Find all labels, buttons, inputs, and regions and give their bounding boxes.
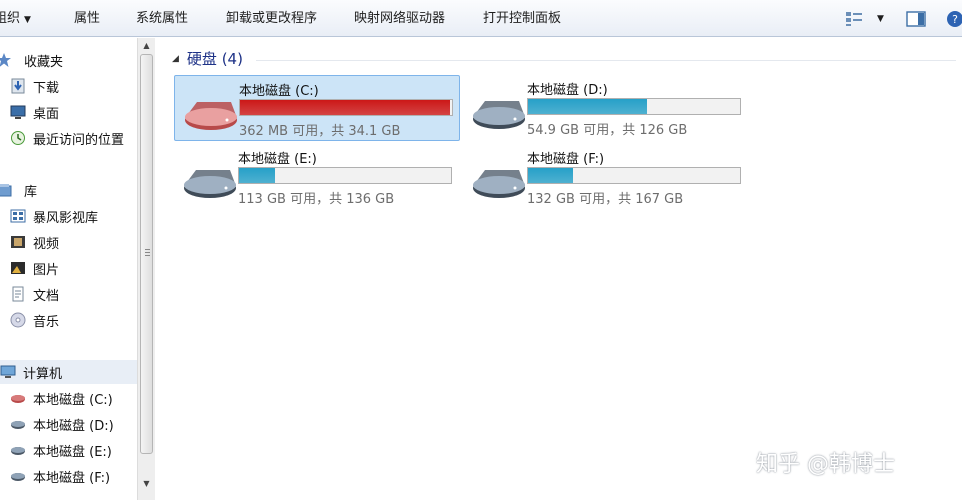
- change-view-button[interactable]: ▼: [845, 0, 884, 37]
- computer-icon: [0, 365, 16, 378]
- drive-usage-bar: [239, 99, 453, 116]
- nav-libraries[interactable]: 库: [0, 178, 133, 202]
- hard-drive-icon: [473, 101, 525, 129]
- nav-libraries-label: 库: [24, 184, 38, 200]
- hard-drive-icon: [11, 395, 25, 403]
- drive-free-space: 362 MB 可用，共 34.1 GB: [239, 124, 401, 139]
- nav-desktop-label: 桌面: [33, 106, 60, 122]
- music-disc-icon: [10, 312, 26, 328]
- nav-drive-c-label: 本地磁盘 (C:): [33, 392, 113, 408]
- command-bar: 组织 ▼ 属性 系统属性 卸载或更改程序 映射网络驱动器 打开控制面板 ▼ ?: [0, 0, 962, 37]
- properties-button[interactable]: 属性: [74, 0, 100, 37]
- drive-name: 本地磁盘 (D:): [527, 83, 608, 98]
- nav-computer[interactable]: 计算机: [0, 360, 137, 384]
- drive-usage-fill: [240, 100, 450, 115]
- group-divider: [256, 60, 956, 61]
- nav-drive-e[interactable]: 本地磁盘 (E:): [10, 438, 147, 462]
- drive-free-space: 132 GB 可用，共 167 GB: [527, 192, 684, 207]
- nav-favorites-label: 收藏夹: [24, 54, 64, 70]
- preview-pane-icon: [906, 10, 926, 27]
- drive-usage-fill: [528, 99, 647, 114]
- scroll-down-arrow-icon[interactable]: ▼: [138, 476, 155, 492]
- library-icon: [0, 184, 12, 197]
- video-library-icon: [10, 209, 26, 223]
- document-icon: [12, 286, 24, 302]
- desktop-icon: [10, 105, 26, 119]
- chevron-down-icon: ▼: [24, 15, 31, 25]
- download-icon: [11, 78, 25, 94]
- drive-tile-f[interactable]: 本地磁盘 (F:) 132 GB 可用，共 167 GB: [463, 144, 749, 210]
- watermark: 知乎 @韩博士: [756, 452, 895, 477]
- group-title: 硬盘 (4): [186, 50, 243, 68]
- hard-drive-icon: [11, 473, 25, 481]
- drive-tile-e[interactable]: 本地磁盘 (E:) 113 GB 可用，共 136 GB: [174, 144, 460, 210]
- system-properties-button[interactable]: 系统属性: [136, 0, 188, 37]
- drive-usage-fill: [239, 168, 276, 183]
- hard-drive-icon: [184, 170, 236, 198]
- nav-pictures-label: 图片: [33, 262, 60, 278]
- nav-downloads-label: 下载: [33, 80, 60, 96]
- help-button[interactable]: ?: [946, 0, 962, 37]
- nav-recent-places[interactable]: 最近访问的位置: [10, 126, 147, 150]
- drive-usage-bar: [527, 98, 741, 115]
- nav-videos-label: 视频: [33, 236, 60, 252]
- grip-icon: [145, 249, 150, 256]
- picture-icon: [11, 262, 25, 274]
- nav-documents[interactable]: 文档: [10, 282, 147, 306]
- view-dropdown-icon[interactable]: ▼: [877, 14, 884, 24]
- nav-music-label: 音乐: [33, 314, 60, 330]
- scroll-up-arrow-icon[interactable]: ▲: [138, 38, 155, 54]
- nav-music[interactable]: 音乐: [10, 308, 147, 332]
- preview-pane-button[interactable]: [906, 0, 926, 37]
- drive-usage-bar: [527, 167, 741, 184]
- drive-name: 本地磁盘 (F:): [527, 152, 605, 167]
- nav-drive-e-label: 本地磁盘 (E:): [33, 444, 112, 460]
- nav-pictures[interactable]: 图片: [10, 256, 147, 280]
- hard-drive-icon: [473, 170, 525, 198]
- nav-drive-d-label: 本地磁盘 (D:): [33, 418, 114, 434]
- nav-videos[interactable]: 视频: [10, 230, 147, 254]
- nav-desktop[interactable]: 桌面: [10, 100, 147, 124]
- recent-places-icon: [11, 131, 25, 145]
- drives-view: ◢ 硬盘 (4) 本地磁盘 (C:) 362 MB 可用，共 34.1 GB 本…: [156, 38, 962, 500]
- drive-free-space: 54.9 GB 可用，共 126 GB: [527, 123, 688, 138]
- organize-button[interactable]: 组织 ▼: [0, 0, 31, 37]
- nav-computer-label: 计算机: [23, 366, 63, 382]
- drive-name: 本地磁盘 (E:): [238, 152, 317, 167]
- nav-drive-f-label: 本地磁盘 (F:): [33, 470, 111, 486]
- nav-storm-video-label: 暴风影视库: [33, 210, 99, 226]
- open-control-panel-button[interactable]: 打开控制面板: [483, 0, 561, 37]
- film-icon: [11, 236, 25, 248]
- uninstall-program-button[interactable]: 卸载或更改程序: [226, 0, 317, 37]
- map-network-drive-button[interactable]: 映射网络驱动器: [354, 0, 445, 37]
- scrollbar-thumb[interactable]: [140, 54, 153, 454]
- nav-scrollbar[interactable]: ▲ ▼: [137, 38, 155, 500]
- nav-documents-label: 文档: [33, 288, 60, 304]
- nav-drive-c[interactable]: 本地磁盘 (C:): [10, 386, 147, 410]
- star-icon: [0, 53, 11, 67]
- hard-disk-group-header[interactable]: ◢ 硬盘 (4): [172, 48, 243, 69]
- collapse-caret-icon[interactable]: ◢: [172, 54, 179, 64]
- hard-drive-icon: [185, 102, 237, 130]
- nav-favorites[interactable]: 收藏夹: [0, 48, 133, 72]
- view-options-icon: [846, 11, 862, 26]
- nav-downloads[interactable]: 下载: [10, 74, 147, 98]
- organize-label: 组织: [0, 11, 21, 26]
- nav-storm-video[interactable]: 暴风影视库: [10, 204, 147, 228]
- drive-tile-c[interactable]: 本地磁盘 (C:) 362 MB 可用，共 34.1 GB: [174, 75, 460, 141]
- hard-drive-icon: [11, 421, 25, 429]
- drive-free-space: 113 GB 可用，共 136 GB: [238, 192, 395, 207]
- svg-text:?: ?: [952, 13, 958, 26]
- drive-tile-d[interactable]: 本地磁盘 (D:) 54.9 GB 可用，共 126 GB: [463, 75, 749, 141]
- help-icon: ?: [947, 10, 962, 27]
- navigation-pane: 收藏夹 下载 桌面 最近访问的位置 库 暴风影视库 视频 图片 文档 音乐 计算…: [0, 38, 137, 500]
- nav-recent-places-label: 最近访问的位置: [33, 132, 125, 148]
- drive-usage-bar: [238, 167, 452, 184]
- nav-drive-f[interactable]: 本地磁盘 (F:): [10, 464, 147, 488]
- nav-drive-d[interactable]: 本地磁盘 (D:): [10, 412, 147, 436]
- drive-name: 本地磁盘 (C:): [239, 84, 319, 99]
- hard-drive-icon: [11, 447, 25, 455]
- drive-usage-fill: [528, 168, 573, 183]
